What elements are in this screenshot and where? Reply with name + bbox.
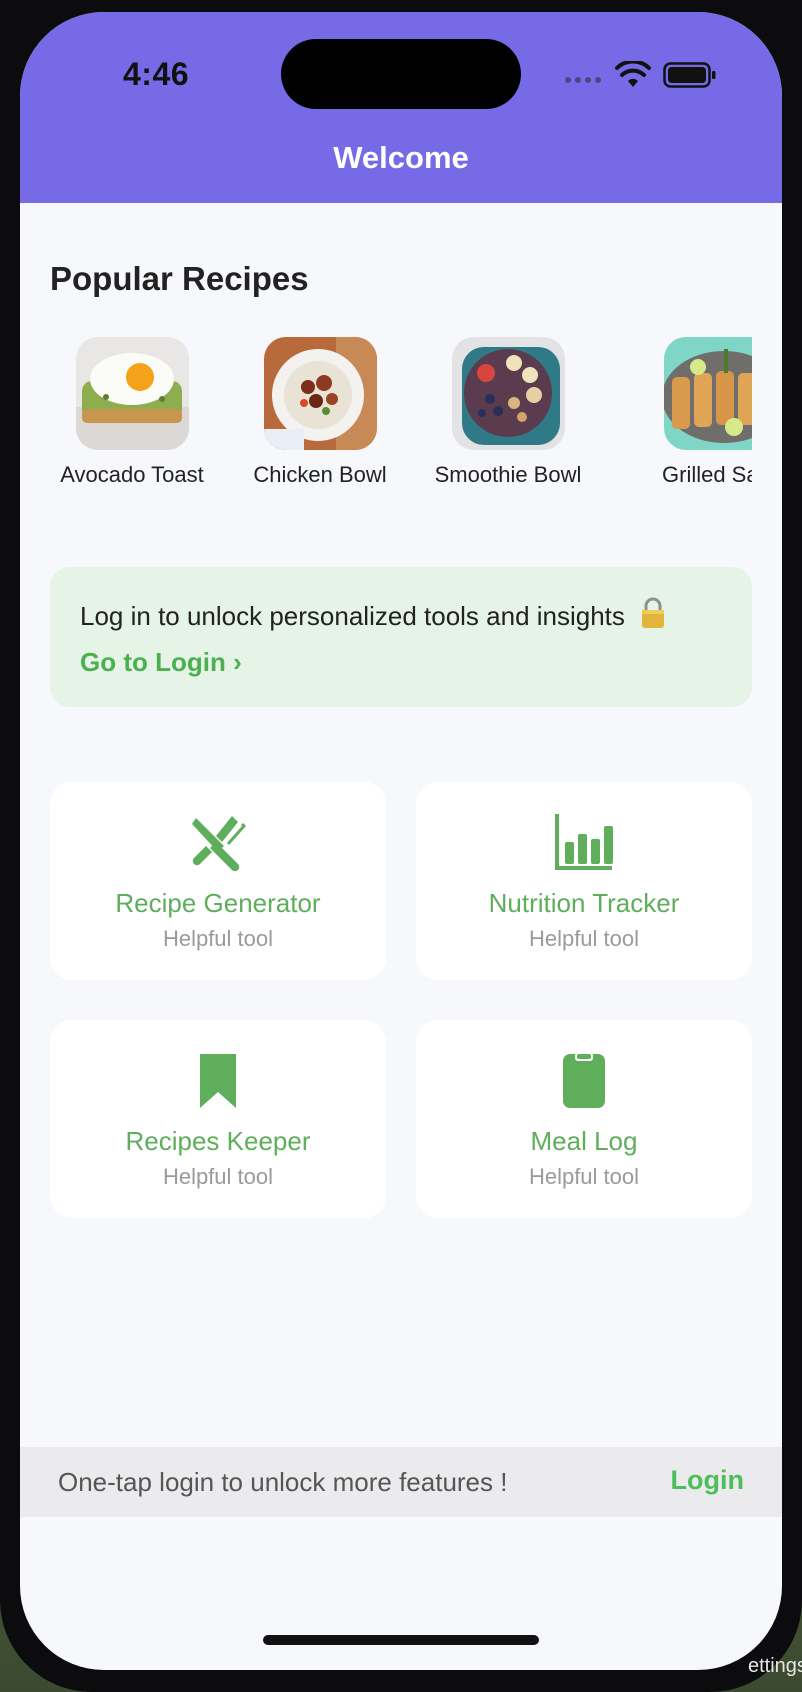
cellular-signal-icon xyxy=(565,77,601,83)
tool-card-recipe-generator[interactable]: Recipe Generator Helpful tool xyxy=(50,782,386,980)
recipe-card-grilled-salmon[interactable]: Grilled Salm xyxy=(606,337,752,488)
login-promo-banner: Log in to unlock personalized tools and … xyxy=(50,567,752,707)
bookmark-icon xyxy=(200,1054,236,1108)
tool-label: Nutrition Tracker xyxy=(488,888,680,918)
bar-chart-icon xyxy=(555,814,613,870)
smoothie-bowl-image xyxy=(451,337,565,450)
clipboard-icon xyxy=(563,1053,605,1108)
tool-subtitle: Helpful tool xyxy=(528,1164,640,1189)
recipe-label: Smoothie Bowl xyxy=(434,462,582,487)
tool-subtitle: Helpful tool xyxy=(162,926,274,951)
banner-text: Log in to unlock personalized tools and … xyxy=(80,597,666,632)
tool-card-meal-log[interactable]: Meal Log Helpful tool xyxy=(416,1020,752,1218)
home-indicator[interactable] xyxy=(263,1635,539,1645)
status-time: 4:46 xyxy=(123,56,190,92)
tool-label: Recipes Keeper xyxy=(125,1126,311,1156)
lock-icon xyxy=(642,597,665,628)
grilled-salmon-image xyxy=(664,337,752,450)
recipe-label: Grilled Salm xyxy=(662,462,752,487)
tool-label: Meal Log xyxy=(530,1126,638,1156)
banner-message: Log in to unlock personalized tools and … xyxy=(80,601,625,631)
tool-label: Recipe Generator xyxy=(115,888,321,918)
popular-recipes-title: Popular Recipes xyxy=(50,260,309,297)
login-prompt-text: One-tap login to unlock more features ! xyxy=(58,1467,508,1497)
recipe-card-smoothie-bowl[interactable]: Smoothie Bowl xyxy=(418,337,598,488)
phone-screen: 4:46 Welcome Popular Recipes Avocado Toa… xyxy=(20,12,782,1670)
wifi-icon xyxy=(615,61,651,87)
go-to-login-link[interactable]: Go to Login › xyxy=(80,647,242,678)
chicken-bowl-image xyxy=(263,337,377,450)
avocado-toast-image xyxy=(75,337,189,450)
tool-card-recipes-keeper[interactable]: Recipes Keeper Helpful tool xyxy=(50,1020,386,1218)
login-button[interactable]: Login xyxy=(671,1465,744,1496)
login-prompt-bar: One-tap login to unlock more features ! … xyxy=(20,1447,782,1517)
recipe-card-chicken-bowl[interactable]: Chicken Bowl xyxy=(230,337,410,488)
tool-subtitle: Helpful tool xyxy=(528,926,640,951)
tool-card-nutrition-tracker[interactable]: Nutrition Tracker Helpful tool xyxy=(416,782,752,980)
dynamic-island xyxy=(281,39,521,109)
battery-icon xyxy=(663,62,716,88)
tool-subtitle: Helpful tool xyxy=(162,1164,274,1189)
background-corner-text: ettings xyxy=(748,1655,802,1677)
popular-recipes-carousel[interactable]: Avocado Toast Chicken Bowl Smoothie Bowl… xyxy=(50,337,752,497)
page-title: Welcome xyxy=(333,140,469,175)
recipe-label: Avocado Toast xyxy=(60,462,204,487)
app-header: 4:46 Welcome xyxy=(20,12,782,203)
recipe-card-avocado-toast[interactable]: Avocado Toast xyxy=(50,337,222,488)
fork-knife-icon xyxy=(192,816,247,872)
recipe-label: Chicken Bowl xyxy=(253,462,387,487)
